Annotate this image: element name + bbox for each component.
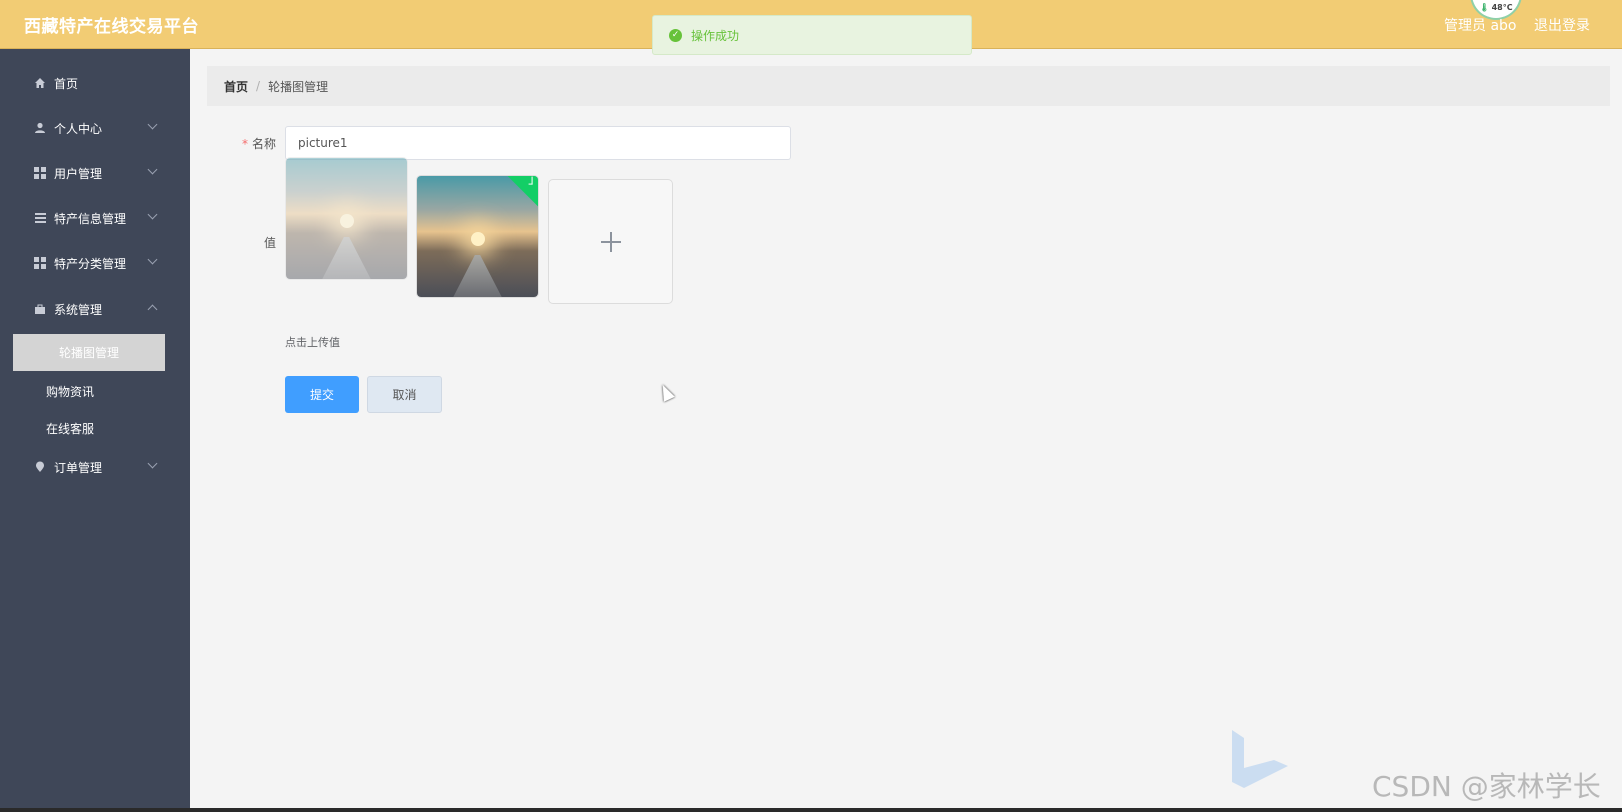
uploaded-image-thumbnail[interactable] xyxy=(285,157,408,280)
watermark-logo-icon xyxy=(1232,730,1288,788)
submenu-item-label: 轮播图管理 xyxy=(58,346,119,360)
chevron-down-icon xyxy=(147,119,158,130)
required-asterisk: * xyxy=(241,137,248,151)
sidebar-item-label: 用户管理 xyxy=(54,166,103,181)
toast-message: 操作成功 xyxy=(691,28,740,43)
check-circle-icon: ✓ xyxy=(669,28,682,42)
chevron-down-icon xyxy=(147,164,158,175)
sidebar-item-home[interactable]: 首页 xyxy=(0,61,190,105)
chevron-up-icon xyxy=(147,304,158,315)
sidebar-item-profile[interactable]: 个人中心 xyxy=(0,106,190,150)
name-label: * 名称 xyxy=(241,137,276,151)
sidebar-item-product-category[interactable]: 特产分类管理 xyxy=(0,241,190,285)
chevron-down-icon xyxy=(147,458,158,469)
value-label: 值 xyxy=(263,236,276,250)
thermometer-icon: 🌡 xyxy=(1479,3,1490,12)
sidebar-item-label: 首页 xyxy=(54,76,79,91)
breadcrumb-current: 轮播图管理 xyxy=(268,79,329,94)
breadcrumb: 首页 / 轮播图管理 xyxy=(207,66,1610,106)
app-title: 西藏特产在线交易平台 xyxy=(24,17,199,37)
upload-tip: 点击上传值 xyxy=(285,336,340,349)
image-upload-button[interactable] xyxy=(548,179,673,304)
success-toast: ✓ 操作成功 xyxy=(652,15,972,55)
submenu-item-label: 购物资讯 xyxy=(46,384,95,399)
current-user: 管理员 abo xyxy=(1444,18,1517,34)
submenu-item-carousel[interactable]: 轮播图管理 xyxy=(13,334,165,371)
sidebar-item-label: 订单管理 xyxy=(54,460,103,475)
sidebar-item-label: 系统管理 xyxy=(54,302,103,317)
submit-button[interactable]: 提交 xyxy=(285,376,359,413)
sunset-road-image xyxy=(286,158,407,279)
sidebar: 首页 个人中心 用户管理 特产信息管理 特产分类管理 系统管理 轮播图管理 购物… xyxy=(0,49,190,812)
list-icon xyxy=(34,212,46,224)
grid-icon xyxy=(34,257,46,269)
cancel-button[interactable]: 取消 xyxy=(367,376,442,413)
temperature-value: 48°C xyxy=(1491,3,1513,12)
mouse-cursor-icon xyxy=(657,382,675,402)
bottom-frame-bar xyxy=(0,808,1622,812)
logout-link[interactable]: 退出登录 xyxy=(1534,15,1590,35)
submenu-item-online-service[interactable]: 在线客服 xyxy=(0,410,190,446)
watermark-text: CSDN @家林学长 xyxy=(1372,770,1601,803)
sidebar-item-label: 特产信息管理 xyxy=(54,211,127,226)
sunset-road-image xyxy=(417,176,538,297)
chevron-down-icon xyxy=(147,209,158,220)
uploaded-image-thumbnail[interactable] xyxy=(416,175,539,298)
submenu-item-shopping-news[interactable]: 购物资讯 xyxy=(0,373,190,409)
location-pin-icon xyxy=(34,461,46,473)
breadcrumb-home[interactable]: 首页 xyxy=(224,78,248,95)
sidebar-item-system[interactable]: 系统管理 xyxy=(0,287,190,331)
chevron-down-icon xyxy=(147,254,158,265)
submenu-item-label: 在线客服 xyxy=(46,421,95,436)
sidebar-item-label: 个人中心 xyxy=(54,121,103,136)
sidebar-item-product-info[interactable]: 特产信息管理 xyxy=(0,196,190,240)
breadcrumb-separator: / xyxy=(256,79,261,93)
grid-icon xyxy=(34,167,46,179)
user-icon xyxy=(34,122,46,134)
briefcase-icon xyxy=(34,303,46,315)
sidebar-item-users[interactable]: 用户管理 xyxy=(0,151,190,195)
sidebar-item-label: 特产分类管理 xyxy=(54,256,127,271)
name-input[interactable] xyxy=(285,126,791,160)
home-icon xyxy=(34,77,46,89)
sidebar-item-orders[interactable]: 订单管理 xyxy=(0,445,190,489)
